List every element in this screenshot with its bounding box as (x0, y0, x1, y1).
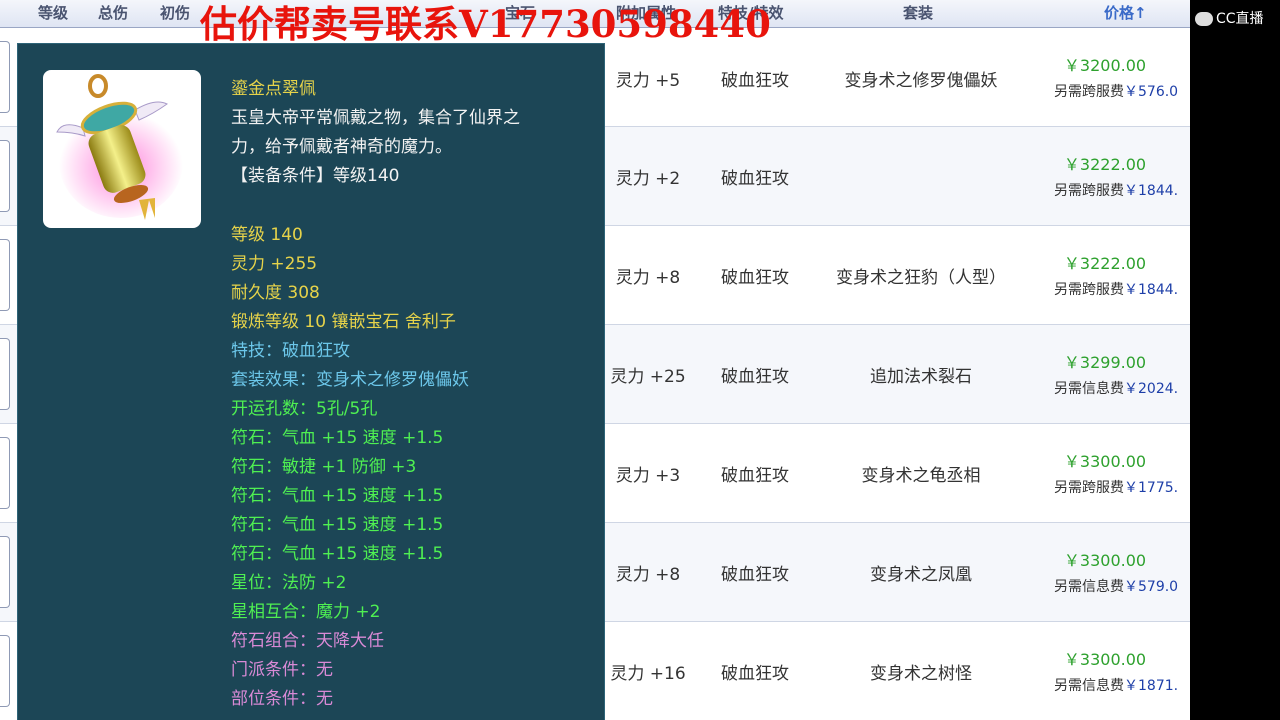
contact-watermark: 估价帮卖号联系V17730598440 (200, 2, 771, 46)
price-cell: ￥3222.00 (1063, 155, 1147, 174)
item-thumbnail[interactable] (0, 437, 10, 509)
set-cell: 追加法术裂石 (870, 367, 972, 387)
stream-logo-text: CC直播 (1216, 11, 1264, 27)
stat-spirit: 灵力 +255 (231, 254, 318, 274)
price-cell: ￥3222.00 (1063, 254, 1147, 273)
stat-durability: 耐久度 308 (231, 283, 320, 303)
fee-amount: ￥1775. (1124, 480, 1179, 496)
star-combo: 星相互合：魔力 +2 (231, 602, 381, 622)
equipment-market-page: 等级 总伤 初伤 宝石 附加属性 特技/特效 套装 价格↑ 灵力 +5 破血狂攻… (0, 0, 1190, 720)
extra-attr-cell: 灵力 +3 (615, 466, 681, 486)
fee-amount: ￥576.0 (1124, 84, 1179, 100)
set-cell: 变身术之龟丞相 (861, 466, 981, 486)
skill-cell: 破血狂攻 (721, 268, 789, 288)
item-tooltip: 鎏金点翠佩 玉皇大帝平常佩戴之物，集合了仙界之 力，给予佩戴者神奇的魔力。 【装… (17, 43, 605, 720)
item-description: 玉皇大帝平常佩戴之物，集合了仙界之 (231, 108, 520, 128)
item-thumbnail[interactable] (0, 140, 10, 212)
special-skill: 特技：破血狂攻 (231, 341, 350, 361)
item-image (43, 70, 201, 228)
fee-cell: 另需跨服费￥1844. (1054, 180, 1190, 200)
slot-requirement: 部位条件：无 (231, 689, 333, 709)
fee-amount: ￥1844. (1124, 282, 1179, 298)
stream-logo: CC直播 (1195, 8, 1264, 28)
price-cell: ￥3300.00 (1063, 452, 1147, 471)
set-cell: 变身术之修罗傀儡妖 (844, 71, 998, 91)
fee-amount: ￥2024. (1124, 381, 1179, 397)
item-thumbnail[interactable] (0, 239, 10, 311)
extra-attr-cell: 灵力 +5 (615, 71, 681, 91)
stat-forge-gem: 锻炼等级 10 镶嵌宝石 舍利子 (231, 312, 456, 332)
school-requirement: 门派条件：无 (231, 660, 333, 680)
fee-amount: ￥1844. (1124, 183, 1179, 199)
item-name: 鎏金点翠佩 (231, 79, 316, 99)
col-header-price-sort[interactable]: 价格↑ (1104, 2, 1147, 23)
item-description-cont: 力，给予佩戴者神奇的魔力。 (231, 137, 452, 157)
rune-line: 符石：气血 +15 速度 +1.5 (231, 486, 444, 506)
skill-cell: 破血狂攻 (721, 367, 789, 387)
set-cell: 变身术之凤凰 (870, 565, 972, 585)
fee-label: 另需信息费 (1054, 381, 1124, 397)
skill-cell: 破血狂攻 (721, 466, 789, 486)
fee-cell: 另需跨服费￥1844. (1054, 279, 1190, 299)
col-header-total-damage[interactable]: 总伤 (98, 2, 128, 23)
item-thumbnail[interactable] (0, 41, 10, 113)
extra-attr-cell: 灵力 +8 (615, 565, 681, 585)
fee-label: 另需跨服费 (1054, 183, 1124, 199)
price-cell: ￥3300.00 (1063, 551, 1147, 570)
skill-cell: 破血狂攻 (721, 71, 789, 91)
price-cell: ￥3300.00 (1063, 650, 1147, 669)
fee-cell: 另需信息费￥1871. (1054, 675, 1190, 695)
skill-cell: 破血狂攻 (721, 565, 789, 585)
stream-side-bar (1190, 0, 1280, 720)
fee-amount: ￥1871. (1124, 678, 1179, 694)
extra-attr-cell: 灵力 +25 (610, 367, 686, 387)
item-thumbnail[interactable] (0, 536, 10, 608)
fee-label: 另需跨服费 (1054, 84, 1124, 100)
fee-label: 另需跨服费 (1054, 480, 1124, 496)
price-cell: ￥3200.00 (1063, 56, 1147, 75)
col-header-level[interactable]: 等级 (38, 2, 68, 23)
set-effect: 套装效果：变身术之修罗傀儡妖 (231, 370, 469, 390)
col-header-set[interactable]: 套装 (903, 2, 933, 23)
rune-combo: 符石组合：天降大任 (231, 631, 384, 651)
price-cell: ￥3299.00 (1063, 353, 1147, 372)
star-position: 星位：法防 +2 (231, 573, 347, 593)
col-header-initial-damage[interactable]: 初伤 (160, 2, 190, 23)
rune-line: 符石：气血 +15 速度 +1.5 (231, 515, 444, 535)
item-thumbnail[interactable] (0, 338, 10, 410)
cc-logo-icon (1195, 12, 1213, 26)
rune-line: 符石：气血 +15 速度 +1.5 (231, 544, 444, 564)
fee-label: 另需跨服费 (1054, 282, 1124, 298)
extra-attr-cell: 灵力 +8 (615, 268, 681, 288)
stat-level: 等级 140 (231, 225, 303, 245)
rune-line: 符石：气血 +15 速度 +1.5 (231, 428, 444, 448)
skill-cell: 破血狂攻 (721, 169, 789, 189)
skill-cell: 破血狂攻 (721, 664, 789, 684)
fee-amount: ￥579.0 (1124, 579, 1179, 595)
fee-cell: 另需跨服费￥1775. (1054, 477, 1190, 497)
fee-label: 另需信息费 (1054, 579, 1124, 595)
item-thumbnail[interactable] (0, 635, 10, 707)
extra-attr-cell: 灵力 +16 (610, 664, 686, 684)
rune-holes: 开运孔数：5孔/5孔 (231, 399, 378, 419)
rune-line: 符石：敏捷 +1 防御 +3 (231, 457, 417, 477)
fee-cell: 另需跨服费￥576.0 (1054, 81, 1190, 101)
equip-requirement: 【装备条件】等级140 (231, 166, 400, 186)
set-cell: 变身术之树怪 (870, 664, 972, 684)
extra-attr-cell: 灵力 +2 (615, 169, 681, 189)
fee-cell: 另需信息费￥579.0 (1054, 576, 1190, 596)
set-cell: 变身术之狂豹（人型） (836, 268, 1006, 288)
fee-cell: 另需信息费￥2024. (1054, 378, 1190, 398)
fee-label: 另需信息费 (1054, 678, 1124, 694)
pendant-icon (56, 74, 183, 220)
